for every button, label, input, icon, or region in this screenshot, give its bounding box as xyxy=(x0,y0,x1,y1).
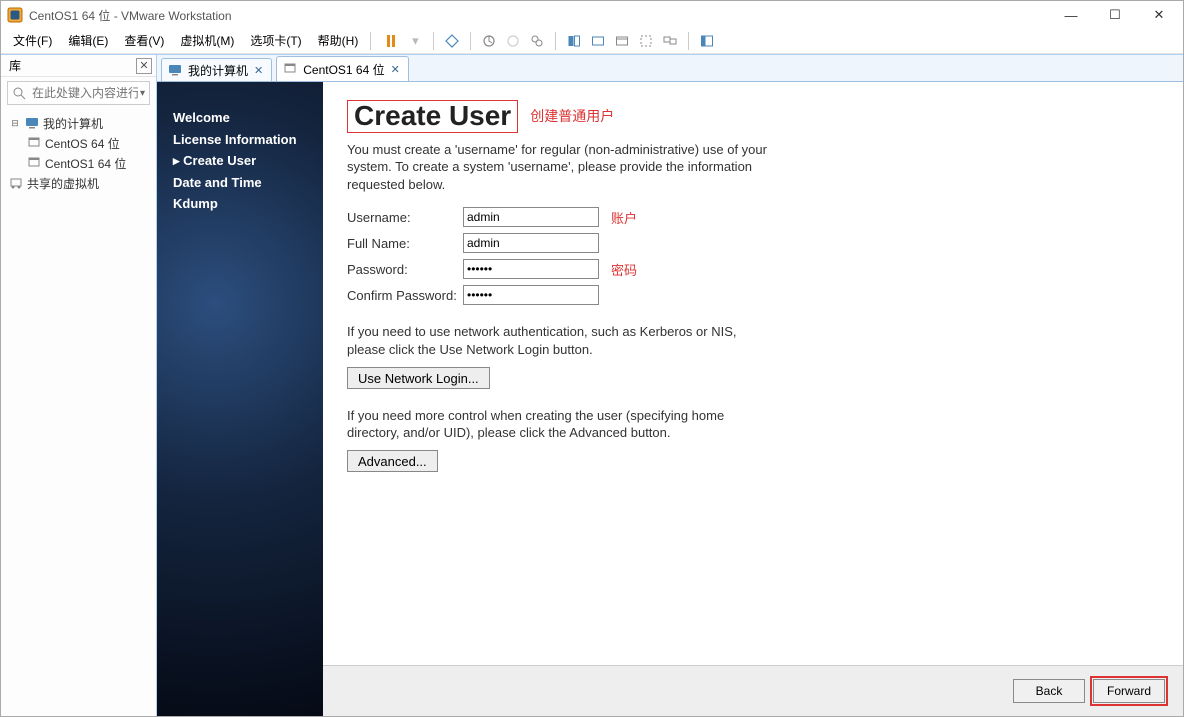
app-icon xyxy=(7,7,23,23)
tree-label: CentOS1 64 位 xyxy=(45,155,126,172)
library-search[interactable]: ▾ xyxy=(7,81,150,105)
use-network-login-button[interactable]: Use Network Login... xyxy=(347,367,490,389)
tree-label: 共享的虚拟机 xyxy=(27,175,99,192)
stretch-icon[interactable] xyxy=(636,31,656,51)
revert-snapshot-icon[interactable] xyxy=(479,31,499,51)
window-controls: — ☐ ✕ xyxy=(1049,1,1181,29)
password-annotation: 密码 xyxy=(611,260,637,279)
confirm-password-input[interactable] xyxy=(463,285,599,305)
vm-icon xyxy=(27,136,41,150)
minimize-button[interactable]: — xyxy=(1049,1,1093,29)
guest-setup-sidebar: Welcome License Information Create User … xyxy=(157,82,323,716)
computer-icon xyxy=(25,116,39,130)
fullname-input[interactable] xyxy=(463,233,599,253)
page-description: You must create a 'username' for regular… xyxy=(347,141,767,194)
username-input[interactable] xyxy=(463,207,599,227)
fullname-label: Full Name: xyxy=(347,236,463,251)
snapshot-button[interactable] xyxy=(442,31,462,51)
library-title: 库 xyxy=(9,57,21,74)
network-text: If you need to use network authenticatio… xyxy=(347,323,767,358)
menubar: 文件(F) 编辑(E) 查看(V) 虚拟机(M) 选项卡(T) 帮助(H) ▾ xyxy=(1,29,1183,54)
vm-icon xyxy=(283,62,297,76)
back-button[interactable]: Back xyxy=(1013,679,1085,703)
library-search-input[interactable] xyxy=(30,83,140,103)
tab-vm-centos1[interactable]: CentOS1 64 位 ✕ xyxy=(276,56,409,81)
document-tabs: 我的计算机 ✕ CentOS1 64 位 ✕ xyxy=(157,55,1183,82)
unity-icon[interactable] xyxy=(588,31,608,51)
heading-annotation: 创建普通用户 xyxy=(530,106,614,126)
confirm-password-label: Confirm Password: xyxy=(347,288,463,303)
tab-close-icon[interactable]: ✕ xyxy=(391,63,400,76)
tab-label: CentOS1 64 位 xyxy=(303,61,384,78)
library-toggle-icon[interactable] xyxy=(697,31,717,51)
sidebar-item-kdump[interactable]: Kdump xyxy=(173,196,323,212)
tree-root-my-computer[interactable]: ⊟ 我的计算机 xyxy=(9,113,156,133)
search-icon xyxy=(12,86,26,100)
window-title: CentOS1 64 位 - VMware Workstation xyxy=(29,7,232,24)
library-tree: ⊟ 我的计算机 CentOS 64 位 CentOS1 64 位 共享的虚拟机 xyxy=(1,109,156,716)
menu-help[interactable]: 帮助(H) xyxy=(310,29,367,53)
menu-edit[interactable]: 编辑(E) xyxy=(60,29,116,53)
sidebar-item-license[interactable]: License Information xyxy=(173,132,323,148)
password-label: Password: xyxy=(347,262,463,277)
fullscreen-icon[interactable] xyxy=(564,31,584,51)
tree-vm-centos1[interactable]: CentOS1 64 位 xyxy=(9,153,156,173)
tab-label: 我的计算机 xyxy=(188,62,248,79)
password-input[interactable] xyxy=(463,259,599,279)
forward-button[interactable]: Forward xyxy=(1093,679,1165,703)
tree-shared-vms[interactable]: 共享的虚拟机 xyxy=(9,173,156,193)
close-window-button[interactable]: ✕ xyxy=(1137,1,1181,29)
menu-tabs[interactable]: 选项卡(T) xyxy=(242,29,309,53)
take-snapshot-icon[interactable] xyxy=(503,31,523,51)
tree-vm-centos[interactable]: CentOS 64 位 xyxy=(9,133,156,153)
computer-icon xyxy=(168,63,182,77)
maximize-button[interactable]: ☐ xyxy=(1093,1,1137,29)
library-close-button[interactable]: ✕ xyxy=(136,58,152,74)
menu-file[interactable]: 文件(F) xyxy=(5,29,60,53)
tree-label: 我的计算机 xyxy=(43,115,103,132)
guest-content: Create User 创建普通用户 You must create a 'us… xyxy=(323,82,1183,716)
console-icon[interactable] xyxy=(612,31,632,51)
username-label: Username: xyxy=(347,210,463,225)
menu-vm[interactable]: 虚拟机(M) xyxy=(172,29,242,53)
search-dropdown-icon[interactable]: ▾ xyxy=(140,88,145,99)
menu-view[interactable]: 查看(V) xyxy=(116,29,172,53)
tab-close-icon[interactable]: ✕ xyxy=(254,64,263,77)
page-heading: Create User xyxy=(347,100,518,133)
sidebar-item-datetime[interactable]: Date and Time xyxy=(173,175,323,191)
manage-snapshot-icon[interactable] xyxy=(527,31,547,51)
sidebar-item-create-user[interactable]: Create User xyxy=(173,153,323,169)
toolbar: ▾ xyxy=(375,29,717,53)
tab-home[interactable]: 我的计算机 ✕ xyxy=(161,58,272,81)
sidebar-item-welcome[interactable]: Welcome xyxy=(173,110,323,126)
vm-icon xyxy=(27,156,41,170)
multimon-icon[interactable] xyxy=(660,31,680,51)
pause-vm-button[interactable] xyxy=(381,31,401,51)
advanced-text: If you need more control when creating t… xyxy=(347,407,767,442)
expand-icon[interactable]: ⊟ xyxy=(9,118,21,129)
tree-label: CentOS 64 位 xyxy=(45,135,120,152)
vm-viewport[interactable]: Welcome License Information Create User … xyxy=(157,82,1183,716)
advanced-button[interactable]: Advanced... xyxy=(347,450,438,472)
username-annotation: 账户 xyxy=(611,208,637,227)
titlebar: CentOS1 64 位 - VMware Workstation — ☐ ✕ xyxy=(1,1,1183,29)
toolbar-dropdown[interactable]: ▾ xyxy=(405,31,425,51)
library-panel: 库 ✕ ▾ ⊟ 我的计算机 CentOS 64 位 xyxy=(1,55,157,716)
wizard-footer: Back Forward xyxy=(323,665,1183,716)
shared-icon xyxy=(9,176,23,190)
